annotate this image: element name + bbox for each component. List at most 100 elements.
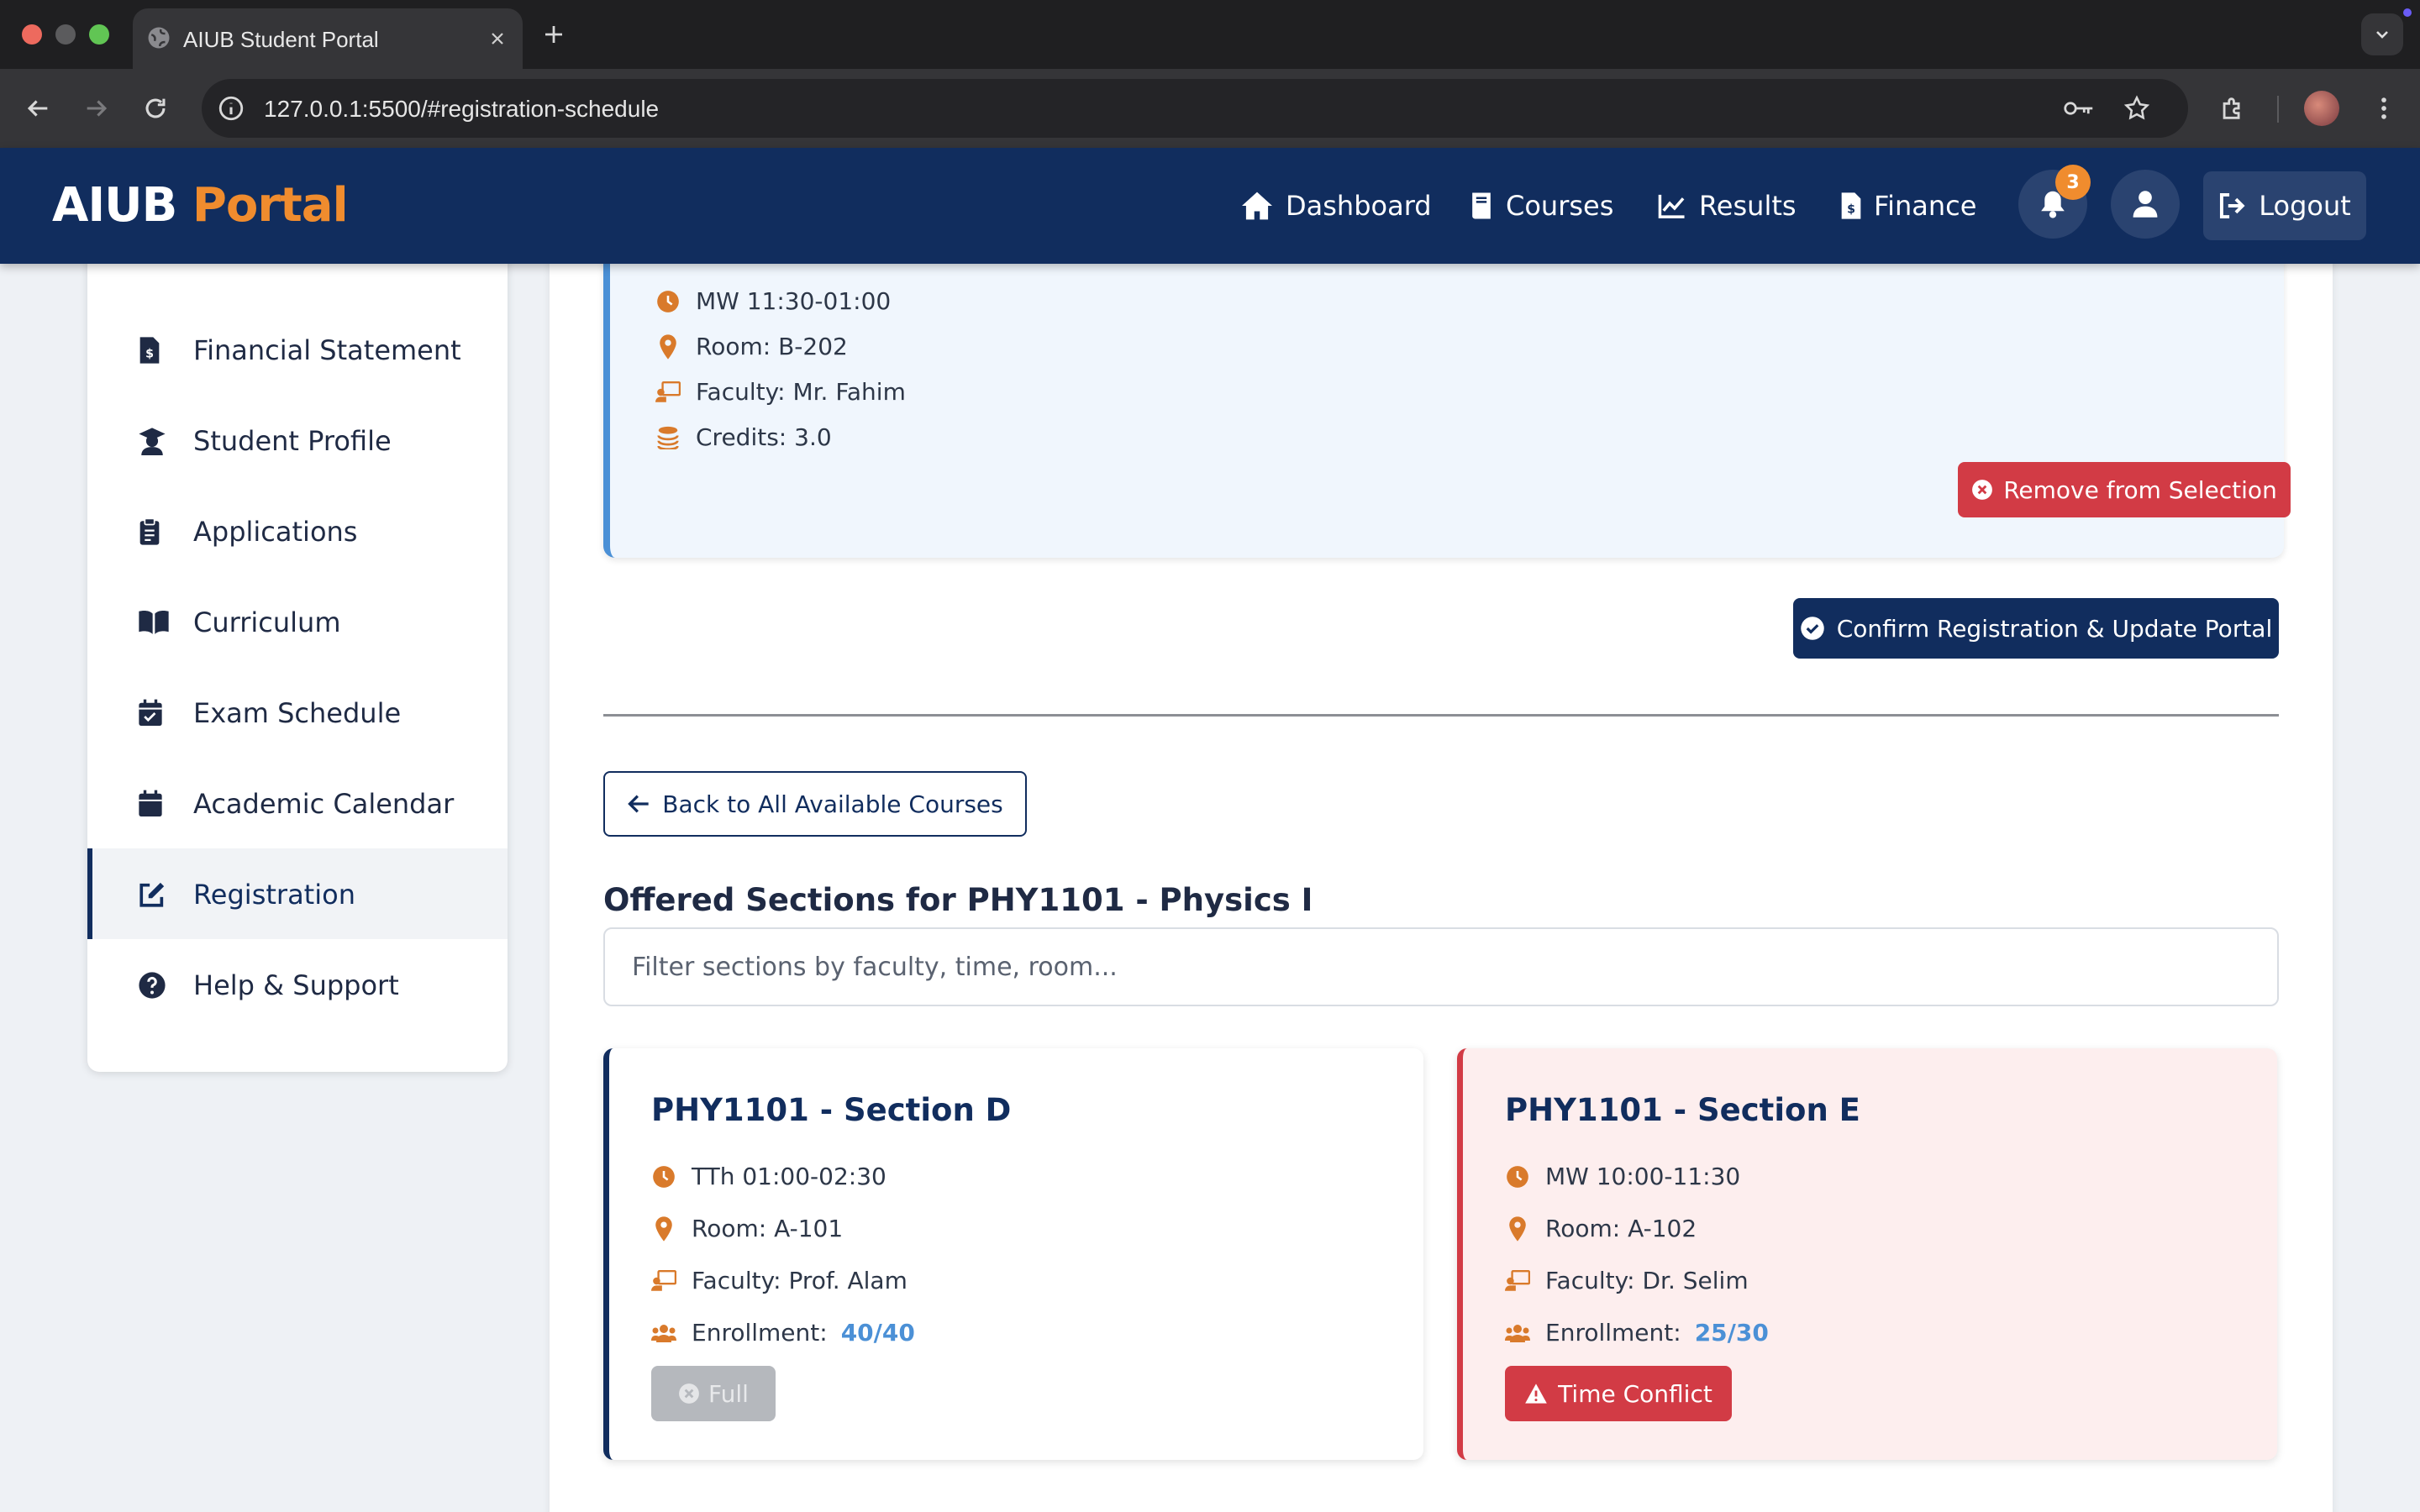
sidebar-item-label: Financial Statement xyxy=(193,334,461,366)
section-card: PHY1101 - Section D TTh 01:00-02:30 Room… xyxy=(603,1048,1423,1460)
section-enrollment: Enrollment: 40/40 xyxy=(651,1319,915,1347)
sidebar-item-applications[interactable]: Applications xyxy=(87,486,508,576)
sidebar-item-registration[interactable]: Registration xyxy=(87,848,508,939)
nav-finance-label: Finance xyxy=(1874,190,1977,222)
section-filter-input[interactable] xyxy=(603,927,2279,1006)
address-bar[interactable]: 127.0.0.1:5500/#registration-schedule xyxy=(202,79,2188,138)
url-text[interactable]: 127.0.0.1:5500/#registration-schedule xyxy=(264,96,659,123)
extensions-puzzle-icon[interactable] xyxy=(2218,94,2247,123)
key-icon[interactable] xyxy=(2062,96,2096,121)
brand-logo[interactable]: AIUB Portal xyxy=(52,178,349,233)
map-pin-icon xyxy=(655,333,681,360)
remove-from-selection-button[interactable]: Remove from Selection xyxy=(1958,462,2291,517)
section-room: Room: A-102 xyxy=(1505,1215,1697,1242)
enrollment-label: Enrollment: xyxy=(692,1319,828,1347)
times-circle-icon xyxy=(679,1383,699,1404)
time-conflict-button[interactable]: Time Conflict xyxy=(1505,1366,1732,1421)
tab-search-button[interactable] xyxy=(2361,13,2403,55)
section-full-button[interactable]: Full xyxy=(651,1366,776,1421)
globe-icon xyxy=(146,25,171,50)
logout-label: Logout xyxy=(2259,190,2351,222)
enrollment-label: Enrollment: xyxy=(1545,1319,1681,1347)
remove-label: Remove from Selection xyxy=(2003,475,2277,504)
selected-schedule: MW 11:30-01:00 xyxy=(655,287,891,315)
reload-icon[interactable] xyxy=(141,94,170,123)
sidebar-item-label: Registration xyxy=(193,879,355,911)
confirm-registration-button[interactable]: Confirm Registration & Update Portal xyxy=(1793,598,2279,659)
nav-dashboard-label: Dashboard xyxy=(1286,190,1432,222)
chevron-down-icon xyxy=(2376,31,2388,39)
main-content: MW 11:30-01:00 Room: B-202 Faculty: Mr. … xyxy=(550,168,2333,1512)
warning-triangle-icon xyxy=(1525,1383,1548,1404)
users-icon xyxy=(651,1322,676,1344)
browser-toolbar: 127.0.0.1:5500/#registration-schedule xyxy=(0,69,2420,148)
map-pin-icon xyxy=(651,1215,676,1242)
back-to-courses-button[interactable]: Back to All Available Courses xyxy=(603,771,1027,837)
browser-tab[interactable]: AIUB Student Portal xyxy=(133,8,523,69)
section-faculty: Faculty: Dr. Selim xyxy=(1505,1267,1749,1294)
tab-title: AIUB Student Portal xyxy=(183,27,379,52)
chalkboard-teacher-icon xyxy=(651,1269,676,1293)
enrollment-value: 40/40 xyxy=(840,1319,915,1347)
book-icon xyxy=(1472,192,1491,219)
chart-line-icon xyxy=(1658,194,1685,218)
selected-schedule-text: MW 11:30-01:00 xyxy=(696,287,892,315)
section-title: PHY1101 - Section D xyxy=(651,1092,1012,1128)
clock-icon xyxy=(651,1165,676,1189)
clock-icon xyxy=(655,290,681,313)
sidebar-item-financial-statement[interactable]: $ Financial Statement xyxy=(87,304,508,395)
nav-dashboard[interactable]: Dashboard xyxy=(1240,185,1432,227)
window-minimize-button[interactable] xyxy=(55,24,76,45)
more-menu-icon[interactable] xyxy=(2370,94,2398,123)
sidebar-item-label: Curriculum xyxy=(193,606,341,638)
calendar-check-icon xyxy=(138,699,163,727)
close-icon[interactable] xyxy=(487,29,508,49)
sidebar-item-student-profile[interactable]: Student Profile xyxy=(87,395,508,486)
sidebar-item-curriculum[interactable]: Curriculum xyxy=(87,576,508,667)
section-room: Room: A-101 xyxy=(651,1215,843,1242)
enrollment-value: 25/30 xyxy=(1694,1319,1769,1347)
selected-faculty-text: Faculty: Mr. Fahim xyxy=(696,378,906,406)
nav-courses[interactable]: Courses xyxy=(1469,185,1613,227)
browser-tab-bar: AIUB Student Portal xyxy=(0,0,2420,69)
forward-arrow-icon[interactable] xyxy=(82,94,111,123)
confirm-label: Confirm Registration & Update Portal xyxy=(1836,614,2273,643)
window-close-button[interactable] xyxy=(22,24,42,45)
nav-results[interactable]: Results xyxy=(1657,185,1797,227)
selected-credits-text: Credits: 3.0 xyxy=(696,423,832,451)
clipboard-icon xyxy=(138,517,161,546)
window-zoom-button[interactable] xyxy=(89,24,109,45)
nav-results-label: Results xyxy=(1699,190,1797,222)
back-label: Back to All Available Courses xyxy=(662,790,1003,818)
section-title: PHY1101 - Section E xyxy=(1505,1092,1860,1128)
sidebar: $ Financial Statement Student Profile Ap… xyxy=(87,168,508,1072)
site-info-icon[interactable] xyxy=(217,94,245,123)
bookmark-star-icon[interactable] xyxy=(2123,94,2151,123)
selected-credits: Credits: 3.0 xyxy=(655,423,832,451)
graduate-icon xyxy=(138,427,166,455)
open-book-icon xyxy=(138,608,170,635)
svg-text:$: $ xyxy=(145,348,154,361)
sidebar-item-help-support[interactable]: Help & Support xyxy=(87,939,508,1030)
chalkboard-teacher-icon xyxy=(655,381,681,404)
new-tab-plus-icon[interactable] xyxy=(541,22,566,47)
question-circle-icon xyxy=(138,971,166,1000)
check-circle-icon xyxy=(1801,617,1824,640)
arrow-left-icon xyxy=(628,795,649,813)
section-schedule: TTh 01:00-02:30 xyxy=(651,1163,886,1190)
section-enrollment: Enrollment: 25/30 xyxy=(1505,1319,1769,1347)
map-pin-icon xyxy=(1505,1215,1530,1242)
sidebar-item-academic-calendar[interactable]: Academic Calendar xyxy=(87,758,508,848)
nav-finance[interactable]: $ Finance xyxy=(1840,185,1976,227)
browser-profile-avatar[interactable] xyxy=(2304,91,2339,126)
coins-icon xyxy=(655,426,681,449)
selected-faculty: Faculty: Mr. Fahim xyxy=(655,378,906,406)
back-arrow-icon[interactable] xyxy=(24,94,52,123)
profile-button[interactable] xyxy=(2111,170,2180,239)
section-faculty-text: Faculty: Dr. Selim xyxy=(1545,1267,1749,1294)
sidebar-item-exam-schedule[interactable]: Exam Schedule xyxy=(87,667,508,758)
section-room-text: Room: A-102 xyxy=(1545,1215,1697,1242)
invoice-icon: $ xyxy=(138,336,161,365)
sidebar-item-label: Academic Calendar xyxy=(193,788,455,820)
logout-button[interactable]: Logout xyxy=(2203,171,2366,240)
